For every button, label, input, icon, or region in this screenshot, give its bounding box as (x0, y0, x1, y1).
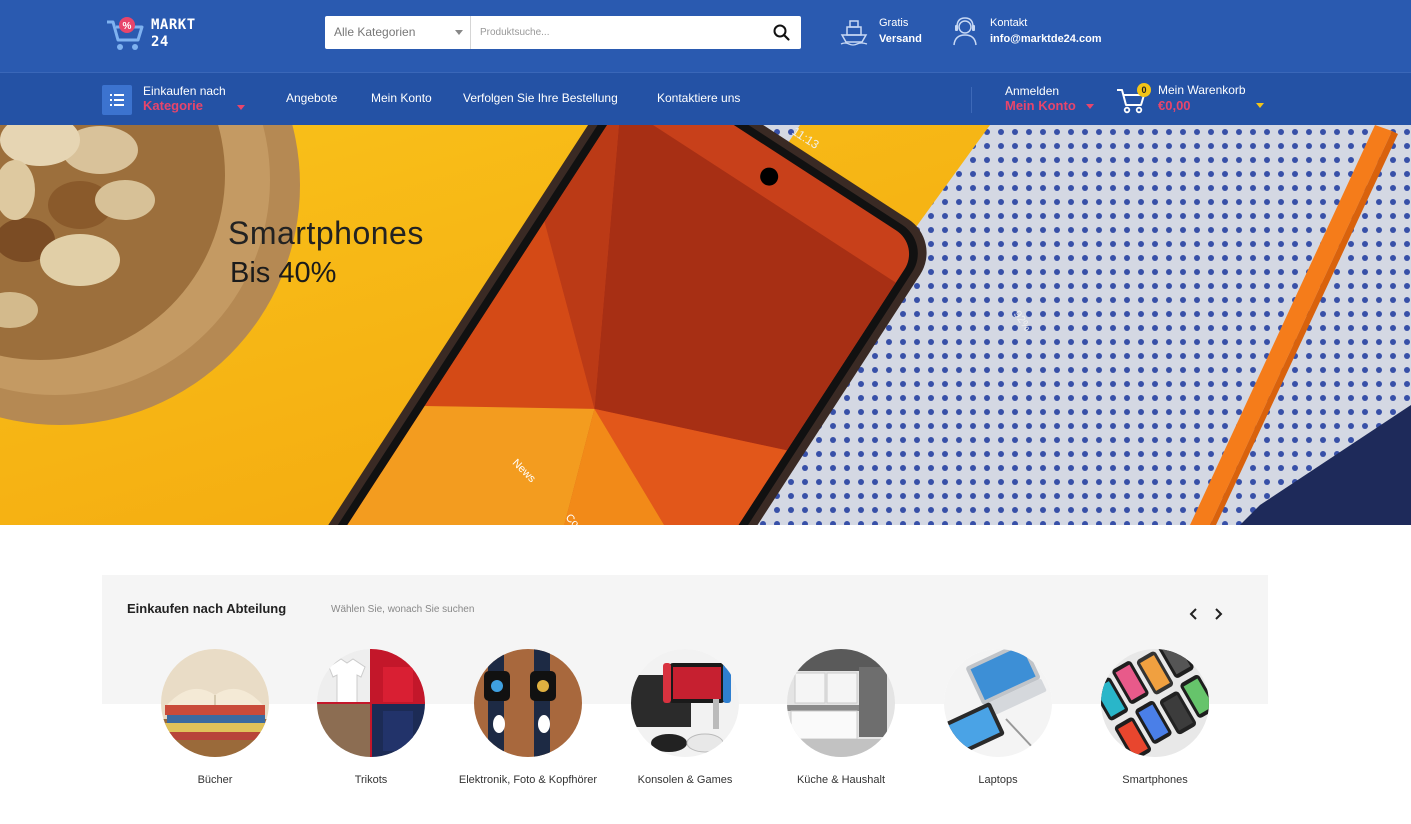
hero-banner[interactable]: Smartphones Bis 40% 11:13 92% News Co (0, 125, 1411, 525)
logo-text-line1: MARKT (151, 17, 196, 33)
department-image-elektronik (474, 649, 582, 757)
department-section-title: Einkaufen nach Abteilung (127, 601, 287, 616)
cart-count-badge: 0 (1137, 83, 1151, 97)
category-menu-line2: Kategorie (143, 98, 203, 113)
nav-divider (971, 87, 972, 113)
ship-icon (840, 20, 868, 46)
department-label: Konsolen & Games (637, 774, 733, 786)
top-header: % MARKT 24 Alle Kategorien Gratis Versan… (0, 0, 1411, 72)
shipping-line1: Gratis (879, 17, 909, 29)
department-image-trikots (317, 649, 425, 757)
chevron-left-icon (1189, 608, 1197, 620)
support-agent-icon (953, 17, 977, 46)
nav-link-contact[interactable]: Kontaktiere uns (657, 91, 740, 105)
chevron-down-icon (1086, 104, 1094, 109)
nav-link-mein-konto[interactable]: Mein Konto (371, 91, 432, 105)
department-image-laptops (944, 649, 1052, 757)
search-category-label: Alle Kategorien (334, 25, 416, 39)
login-label: Anmelden (1005, 84, 1060, 98)
logo-text: MARKT 24 (151, 17, 196, 51)
category-menu-line1: Einkaufen nach (143, 84, 226, 98)
cart-label: Mein Warenkorb (1158, 83, 1246, 97)
department-item-konsolen[interactable]: Konsolen & Games (611, 649, 759, 809)
search-bar: Alle Kategorien (325, 16, 801, 49)
department-image-konsolen (631, 649, 739, 757)
department-item-kueche[interactable]: Küche & Haushalt (767, 649, 915, 809)
chevron-down-icon (455, 30, 463, 35)
cart-button[interactable]: 0 Mein Warenkorb €0,00 (1116, 81, 1268, 117)
department-image-kueche (787, 649, 895, 757)
department-label: Küche & Haushalt (796, 774, 886, 786)
logo-badge: % (123, 21, 132, 32)
hero-title: Smartphones (228, 215, 424, 251)
department-label: Smartphones (1122, 774, 1188, 786)
department-image-smartphones (1101, 649, 1209, 757)
carousel-next-button[interactable] (1210, 605, 1226, 623)
search-button[interactable] (771, 22, 793, 44)
department-item-elektronik[interactable]: Elektronik, Foto & Kopfhörer (454, 649, 602, 809)
department-label: Bücher (197, 774, 233, 786)
list-icon (102, 85, 132, 115)
department-item-smartphones[interactable]: Smartphones (1081, 649, 1229, 809)
nav-link-angebote[interactable]: Angebote (286, 91, 337, 105)
account-label: Mein Konto (1005, 98, 1076, 113)
chevron-down-icon (237, 105, 245, 110)
category-menu-toggle[interactable]: Einkaufen nach Kategorie (102, 84, 252, 116)
department-section-subtitle: Wählen Sie, wonach Sie suchen (331, 604, 475, 615)
department-item-trikots[interactable]: Trikots (297, 649, 445, 809)
nav-link-order-tracking[interactable]: Verfolgen Sie Ihre Bestellung (463, 91, 618, 105)
contact-line1: Kontakt (990, 17, 1028, 29)
hero-image (0, 125, 1411, 525)
search-category-select[interactable]: Alle Kategorien (325, 16, 471, 49)
chevron-right-icon (1215, 608, 1223, 620)
hero-subtitle: Bis 40% (230, 257, 337, 289)
search-icon (773, 24, 790, 41)
account-menu[interactable]: Anmelden Mein Konto (1005, 84, 1105, 116)
free-shipping-info: Gratis Versand (838, 14, 948, 50)
department-item-laptops[interactable]: Laptops (924, 649, 1072, 809)
department-label: Trikots (354, 774, 388, 786)
contact-email-link[interactable]: info@marktde24.com (990, 33, 1102, 45)
department-item-buecher[interactable]: Bücher (141, 649, 289, 809)
shipping-line2: Versand (879, 33, 922, 45)
site-logo[interactable]: % MARKT 24 (104, 14, 214, 56)
chevron-down-icon (1256, 103, 1264, 108)
logo-text-line2: 24 (151, 34, 169, 50)
department-image-buecher (161, 649, 269, 757)
cart-logo-icon: % (107, 17, 144, 50)
contact-info: Kontakt info@marktde24.com (949, 14, 1129, 50)
carousel-prev-button[interactable] (1186, 605, 1202, 623)
cart-total: €0,00 (1158, 98, 1191, 113)
department-label: Laptops (978, 774, 1018, 786)
search-input[interactable] (472, 16, 764, 49)
main-navigation: Einkaufen nach Kategorie Angebote Mein K… (0, 72, 1411, 125)
department-label: Elektronik, Foto & Kopfhörer (458, 774, 598, 786)
